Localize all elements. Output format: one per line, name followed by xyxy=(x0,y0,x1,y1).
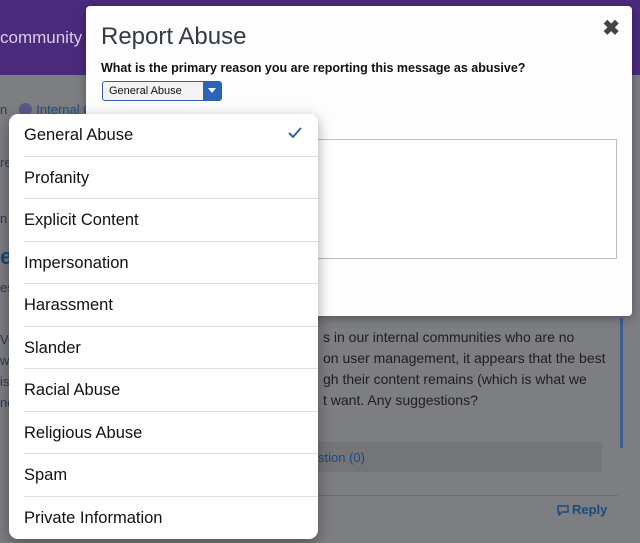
option-harassment[interactable]: Harassment xyxy=(9,284,318,327)
option-spam[interactable]: Spam xyxy=(9,454,318,497)
option-religious-abuse[interactable]: Religious Abuse xyxy=(9,412,318,455)
post-body-line: gh their content remains (which is what … xyxy=(323,371,587,387)
reply-icon xyxy=(557,505,569,517)
option-label: Impersonation xyxy=(24,253,129,272)
option-label: Profanity xyxy=(24,168,90,187)
reply-button[interactable]: Reply xyxy=(557,502,607,517)
reason-dropdown-list: General Abuse Profanity Explicit Content… xyxy=(9,114,318,539)
option-label: Slander xyxy=(24,338,81,357)
reason-select-value: General Abuse xyxy=(109,85,182,97)
option-label: Harassment xyxy=(24,296,113,314)
post-body-line: t want. Any suggestions? xyxy=(323,392,478,408)
site-brand[interactable]: community xyxy=(0,28,82,48)
option-label: Explicit Content xyxy=(24,211,139,229)
checkmark-icon xyxy=(288,127,302,138)
dialog-title: Report Abuse xyxy=(101,23,247,50)
option-label: Private Information xyxy=(24,508,163,527)
option-explicit-content[interactable]: Explicit Content xyxy=(9,199,318,242)
option-private-information[interactable]: Private Information xyxy=(9,497,318,540)
divider xyxy=(318,495,618,496)
option-racial-abuse[interactable]: Racial Abuse xyxy=(9,369,318,412)
body-fragment: is xyxy=(0,374,10,389)
option-impersonation[interactable]: Impersonation xyxy=(9,242,318,285)
suggestion-link[interactable]: stion (0) xyxy=(318,450,365,465)
option-slander[interactable]: Slander xyxy=(9,327,318,370)
post-body-line: s in our internal communities who are no xyxy=(323,329,575,345)
option-general-abuse[interactable]: General Abuse xyxy=(9,114,318,157)
chevron-down-icon xyxy=(203,82,221,100)
post-accent-bar xyxy=(620,318,623,448)
option-label: General Abuse xyxy=(24,126,134,144)
close-icon[interactable]: ✖ xyxy=(602,16,620,41)
option-label: Spam xyxy=(24,466,68,484)
reason-select[interactable]: General Abuse xyxy=(102,81,222,101)
breadcrumb-prefix: n xyxy=(0,102,8,117)
option-label: Religious Abuse xyxy=(24,423,143,442)
comment-textarea[interactable] xyxy=(317,139,617,259)
reply-label: Reply xyxy=(572,502,608,517)
post-body: s in our internal communities who are no… xyxy=(323,327,623,411)
option-profanity[interactable]: Profanity xyxy=(9,157,318,200)
post-body-line: on user management, it appears that the … xyxy=(323,350,606,366)
option-label: Racial Abuse xyxy=(24,381,121,399)
reason-question: What is the primary reason you are repor… xyxy=(101,61,526,75)
